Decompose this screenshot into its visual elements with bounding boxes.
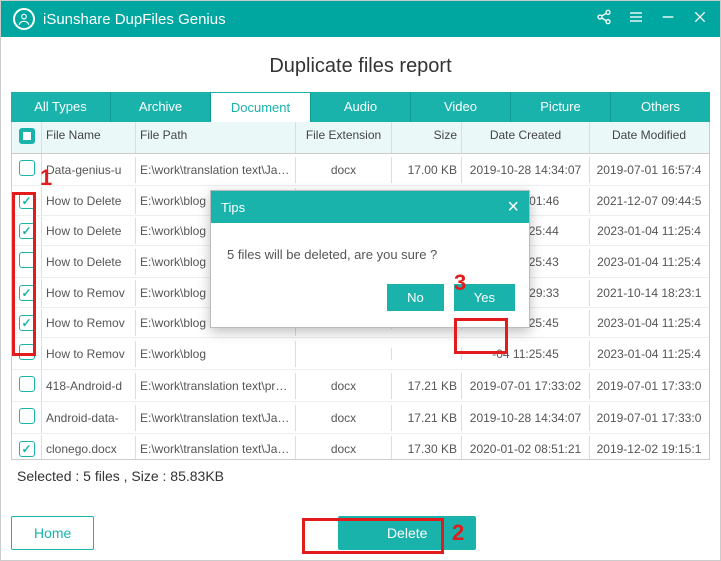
- cell-file-name: Android-data-: [42, 405, 136, 431]
- cell-date-modified: 2023-01-04 11:25:4: [590, 341, 708, 367]
- cell-file-path: E:\work\translation text\Japan: [136, 157, 296, 183]
- row-checkbox[interactable]: [19, 160, 35, 176]
- filter-tabs: All TypesArchiveDocumentAudioVideoPictur…: [11, 92, 710, 122]
- cell-file-path: E:\work\blog: [136, 341, 296, 367]
- cell-file-path: E:\work\translation text\Japan: [136, 405, 296, 431]
- share-icon[interactable]: [596, 9, 612, 30]
- table-row[interactable]: Data-genius-uE:\work\translation text\Ja…: [12, 154, 709, 186]
- cell-date-modified: 2023-01-04 11:25:4: [590, 249, 708, 275]
- dialog-yes-button[interactable]: Yes: [454, 284, 515, 311]
- cell-file-path: E:\work\translation text\Japan: [136, 436, 296, 461]
- delete-button[interactable]: Delete: [338, 516, 476, 550]
- app-logo-icon: [13, 8, 35, 30]
- cell-date-created: 2019-10-28 14:34:07: [462, 157, 590, 183]
- minimize-icon[interactable]: [660, 9, 676, 30]
- close-icon[interactable]: [692, 9, 708, 30]
- tab-document[interactable]: Document: [211, 92, 311, 122]
- col-file-name[interactable]: File Name: [42, 122, 136, 153]
- col-size[interactable]: Size: [392, 122, 462, 153]
- cell-date-modified: 2023-01-04 11:25:4: [590, 310, 708, 336]
- app-title: iSunshare DupFiles Genius: [43, 11, 226, 28]
- cell-file-ext: docx: [296, 157, 392, 183]
- cell-date-created: 2020-01-02 08:51:21: [462, 436, 590, 461]
- cell-date-created: 2019-07-01 17:33:02: [462, 373, 590, 399]
- cell-date-modified: 2021-12-07 09:44:5: [590, 188, 708, 214]
- row-checkbox[interactable]: ✓: [19, 223, 35, 239]
- dialog-header: Tips ×: [211, 191, 529, 223]
- select-all-header[interactable]: [12, 122, 42, 153]
- cell-file-name: How to Remov: [42, 310, 136, 336]
- cell-file-ext: docx: [296, 405, 392, 431]
- col-file-path[interactable]: File Path: [136, 122, 296, 153]
- cell-file-ext: [296, 348, 392, 360]
- row-checkbox[interactable]: [19, 376, 35, 392]
- cell-date-created: -04 11:25:45: [462, 341, 590, 367]
- cell-size: [392, 348, 462, 360]
- tab-picture[interactable]: Picture: [511, 92, 611, 122]
- dialog-title: Tips: [221, 200, 245, 215]
- table-row[interactable]: ✓ clonego.docxE:\work\translation text\Ja…: [12, 434, 709, 460]
- cell-file-name: How to Remov: [42, 280, 136, 306]
- cell-file-name: 418-Android-d: [42, 373, 136, 399]
- cell-file-name: clonego.docx: [42, 436, 136, 461]
- cell-date-modified: 2019-07-01 17:33:0: [590, 405, 708, 431]
- cell-date-created: 2019-10-28 14:34:07: [462, 405, 590, 431]
- cell-file-name: How to Remov: [42, 341, 136, 367]
- tab-others[interactable]: Others: [611, 92, 710, 122]
- menu-icon[interactable]: [628, 9, 644, 30]
- titlebar-actions: [596, 9, 708, 30]
- col-date-created[interactable]: Date Created: [462, 122, 590, 153]
- cell-size: 17.21 KB: [392, 405, 462, 431]
- tab-all-types[interactable]: All Types: [11, 92, 111, 122]
- cell-file-ext: docx: [296, 373, 392, 399]
- dialog-footer: No Yes: [211, 274, 529, 327]
- table-row[interactable]: Android-data-E:\work\translation text\Ja…: [12, 402, 709, 434]
- cell-file-name: Data-genius-u: [42, 157, 136, 183]
- table-header: File Name File Path File Extension Size …: [12, 122, 709, 154]
- table-row[interactable]: 418-Android-dE:\work\translation text\pr…: [12, 370, 709, 402]
- col-date-modified[interactable]: Date Modified: [590, 122, 708, 153]
- row-checkbox[interactable]: ✓: [19, 315, 35, 331]
- cell-file-ext: docx: [296, 436, 392, 461]
- cell-size: 17.30 KB: [392, 436, 462, 461]
- dialog-message: 5 files will be deleted, are you sure ?: [211, 223, 529, 274]
- dialog-close-icon[interactable]: ×: [507, 197, 519, 217]
- selection-status: Selected : 5 files , Size : 85.83KB: [11, 460, 710, 490]
- cell-file-path: E:\work\translation text\produ: [136, 373, 296, 399]
- cell-file-name: How to Delete: [42, 218, 136, 244]
- cell-date-modified: 2021-10-14 18:23:1: [590, 280, 708, 306]
- row-checkbox[interactable]: ✓: [19, 285, 35, 301]
- row-checkbox[interactable]: ✓: [19, 441, 35, 457]
- cell-file-name: How to Delete: [42, 188, 136, 214]
- cell-size: 17.00 KB: [392, 157, 462, 183]
- cell-size: 17.21 KB: [392, 373, 462, 399]
- cell-date-modified: 2019-07-01 17:33:0: [590, 373, 708, 399]
- dialog-no-button[interactable]: No: [387, 284, 444, 311]
- cell-date-modified: 2019-07-01 16:57:4: [590, 157, 708, 183]
- col-file-extension[interactable]: File Extension: [296, 122, 392, 153]
- row-checkbox[interactable]: [19, 252, 35, 268]
- table-row[interactable]: How to RemovE:\work\blog -04 11:25:452023…: [12, 338, 709, 370]
- page-title: Duplicate files report: [1, 37, 720, 92]
- row-checkbox[interactable]: ✓: [19, 193, 35, 209]
- cell-date-modified: 2019-12-02 19:15:1: [590, 436, 708, 461]
- row-checkbox[interactable]: [19, 408, 35, 424]
- cell-file-name: How to Delete: [42, 249, 136, 275]
- row-checkbox[interactable]: [19, 344, 35, 360]
- bottom-bar: Home Delete: [1, 512, 720, 560]
- home-button[interactable]: Home: [11, 516, 94, 550]
- cell-date-modified: 2023-01-04 11:25:4: [590, 218, 708, 244]
- titlebar: iSunshare DupFiles Genius: [1, 1, 720, 37]
- confirm-dialog: Tips × 5 files will be deleted, are you …: [210, 190, 530, 328]
- tab-archive[interactable]: Archive: [111, 92, 211, 122]
- tab-video[interactable]: Video: [411, 92, 511, 122]
- tab-audio[interactable]: Audio: [311, 92, 411, 122]
